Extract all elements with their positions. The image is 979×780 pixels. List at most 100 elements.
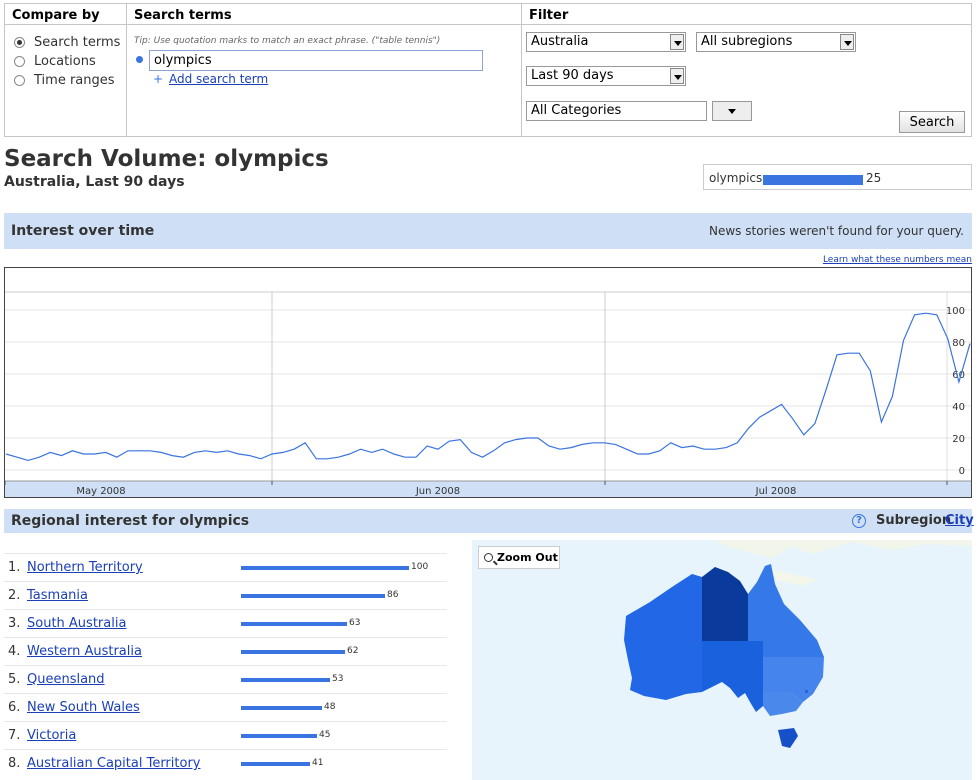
- region-value: 63: [349, 618, 361, 628]
- chevron-down-icon: [670, 34, 684, 50]
- region-bar: [241, 678, 330, 682]
- compare-option-time-ranges[interactable]: Time ranges: [14, 73, 115, 88]
- region-bar: [241, 594, 385, 598]
- news-status-message: News stories weren't found for your quer…: [709, 224, 964, 238]
- query-panel: Compare by Search terms Locations Time r…: [4, 3, 972, 137]
- x-axis-band: [5, 481, 971, 497]
- y-tick-label: 100: [946, 306, 965, 317]
- zoom-out-icon: [484, 553, 493, 562]
- region-name-link[interactable]: Western Australia: [27, 644, 142, 659]
- compare-option-locations[interactable]: Locations: [14, 54, 96, 69]
- learn-numbers-link[interactable]: Learn what these numbers mean: [823, 255, 972, 265]
- region-name-link[interactable]: Tasmania: [27, 588, 88, 603]
- region-name-link[interactable]: New South Wales: [27, 700, 140, 715]
- region-name-link[interactable]: Northern Territory: [27, 560, 143, 575]
- legend-volume-value: 25: [866, 171, 882, 185]
- region-bar: [241, 762, 310, 766]
- x-tick-label: May 2008: [76, 486, 125, 497]
- region-value: 48: [324, 702, 336, 712]
- region-value: 41: [312, 758, 324, 768]
- radio-locations[interactable]: [14, 56, 25, 67]
- region-rank: 7.: [8, 728, 21, 743]
- search-terms-heading: Search terms: [127, 4, 521, 25]
- add-icon: +: [153, 72, 164, 86]
- radio-search-terms[interactable]: [14, 37, 25, 48]
- radio-time-ranges[interactable]: [14, 75, 25, 86]
- map-region-australian-capital-territory[interactable]: [805, 690, 808, 693]
- compare-option-search-terms[interactable]: Search terms: [14, 35, 120, 50]
- chevron-down-icon: [840, 34, 854, 50]
- compare-by-heading: Compare by: [5, 4, 126, 25]
- subregion-select-value: All subregions: [701, 34, 793, 49]
- region-bar: [241, 650, 345, 654]
- search-terms-column: Search terms Tip: Use quotation marks to…: [127, 4, 522, 136]
- region-row: 8. Australian Capital Territory 41: [4, 749, 447, 777]
- region-value: 86: [387, 590, 399, 600]
- y-tick-label: 20: [952, 434, 965, 445]
- x-tick-label: Jun 2008: [415, 486, 460, 497]
- region-bar: [241, 566, 409, 570]
- subregion-select[interactable]: All subregions: [696, 32, 856, 52]
- legend-term-label: olympics: [709, 171, 763, 185]
- help-icon[interactable]: ?: [852, 514, 866, 528]
- map-region-south-australia[interactable]: [702, 641, 763, 712]
- map-region-western-australia[interactable]: [624, 574, 702, 700]
- page-title: Search Volume: olympics: [4, 146, 329, 172]
- page-subtitle: Australia, Last 90 days: [4, 174, 185, 190]
- search-button[interactable]: Search: [899, 111, 965, 133]
- region-row: 6. New South Wales 48: [4, 693, 447, 721]
- regional-interest-header: Regional interest for olympics ? Subregi…: [4, 509, 974, 533]
- region-bar: [241, 734, 317, 738]
- filter-heading: Filter: [522, 4, 971, 25]
- search-tip: Tip: Use quotation marks to match an exa…: [134, 36, 441, 46]
- y-tick-label: 80: [952, 338, 965, 349]
- region-row: 5. Queensland 53: [4, 665, 447, 693]
- section-title: Regional interest for olympics: [11, 513, 250, 529]
- add-search-term-link[interactable]: Add search term: [169, 72, 268, 86]
- region-bar: [241, 706, 322, 710]
- region-name-link[interactable]: Queensland: [27, 672, 105, 687]
- region-value: 62: [347, 646, 359, 656]
- search-term-input[interactable]: [149, 50, 483, 71]
- time-period-select[interactable]: Last 90 days: [526, 66, 686, 86]
- zoom-out-label: Zoom Out: [497, 551, 558, 564]
- country-select-value: Australia: [531, 34, 589, 49]
- city-link[interactable]: City: [945, 513, 974, 528]
- country-select[interactable]: Australia: [526, 32, 686, 52]
- compare-option-label: Time ranges: [34, 73, 115, 88]
- region-row: 2. Tasmania 86: [4, 581, 447, 609]
- category-select[interactable]: All Categories: [526, 101, 707, 121]
- region-rank: 5.: [8, 672, 21, 687]
- compare-option-label: Search terms: [34, 35, 121, 50]
- region-map[interactable]: Zoom Out: [472, 540, 972, 780]
- region-rank: 1.: [8, 560, 21, 575]
- region-rank: 6.: [8, 700, 21, 715]
- zoom-out-button[interactable]: Zoom Out: [478, 546, 560, 569]
- category-dropdown-button[interactable]: [712, 101, 752, 121]
- time-period-select-value: Last 90 days: [531, 68, 614, 83]
- interest-chart: 100 80 60 40 20 0 May 2008 Jun 2008 Jul 2008: [4, 267, 972, 498]
- map-region-tasmania[interactable]: [778, 728, 798, 748]
- interest-chart-svg: 100806040200May 2008 Jun 2008 Jul 2008: [5, 291, 971, 497]
- region-value: 100: [411, 562, 429, 572]
- region-value: 53: [332, 674, 344, 684]
- category-select-value: All Categories: [531, 103, 622, 118]
- filter-column: Filter Australia All subregions Last 90 …: [522, 4, 971, 136]
- region-rank: 8.: [8, 756, 21, 771]
- region-row: 4. Western Australia 62: [4, 637, 447, 665]
- chevron-down-icon: [670, 68, 684, 84]
- compare-by-column: Compare by Search terms Locations Time r…: [5, 4, 127, 136]
- region-rank: 4.: [8, 644, 21, 659]
- x-tick-label: Jul 2008: [755, 486, 797, 497]
- y-tick-label: 0: [959, 466, 965, 477]
- australia-map-svg: [582, 540, 972, 748]
- region-rank: 3.: [8, 616, 21, 631]
- compare-option-label: Locations: [34, 54, 96, 69]
- region-name-link[interactable]: Victoria: [27, 728, 76, 743]
- region-row: 7. Victoria 45: [4, 721, 447, 749]
- map-region-northern-territory[interactable]: [702, 567, 748, 641]
- region-name-link[interactable]: South Australia: [27, 616, 126, 631]
- region-bar: [241, 622, 347, 626]
- region-name-link[interactable]: Australian Capital Territory: [27, 756, 200, 771]
- map-land-background: [582, 540, 972, 558]
